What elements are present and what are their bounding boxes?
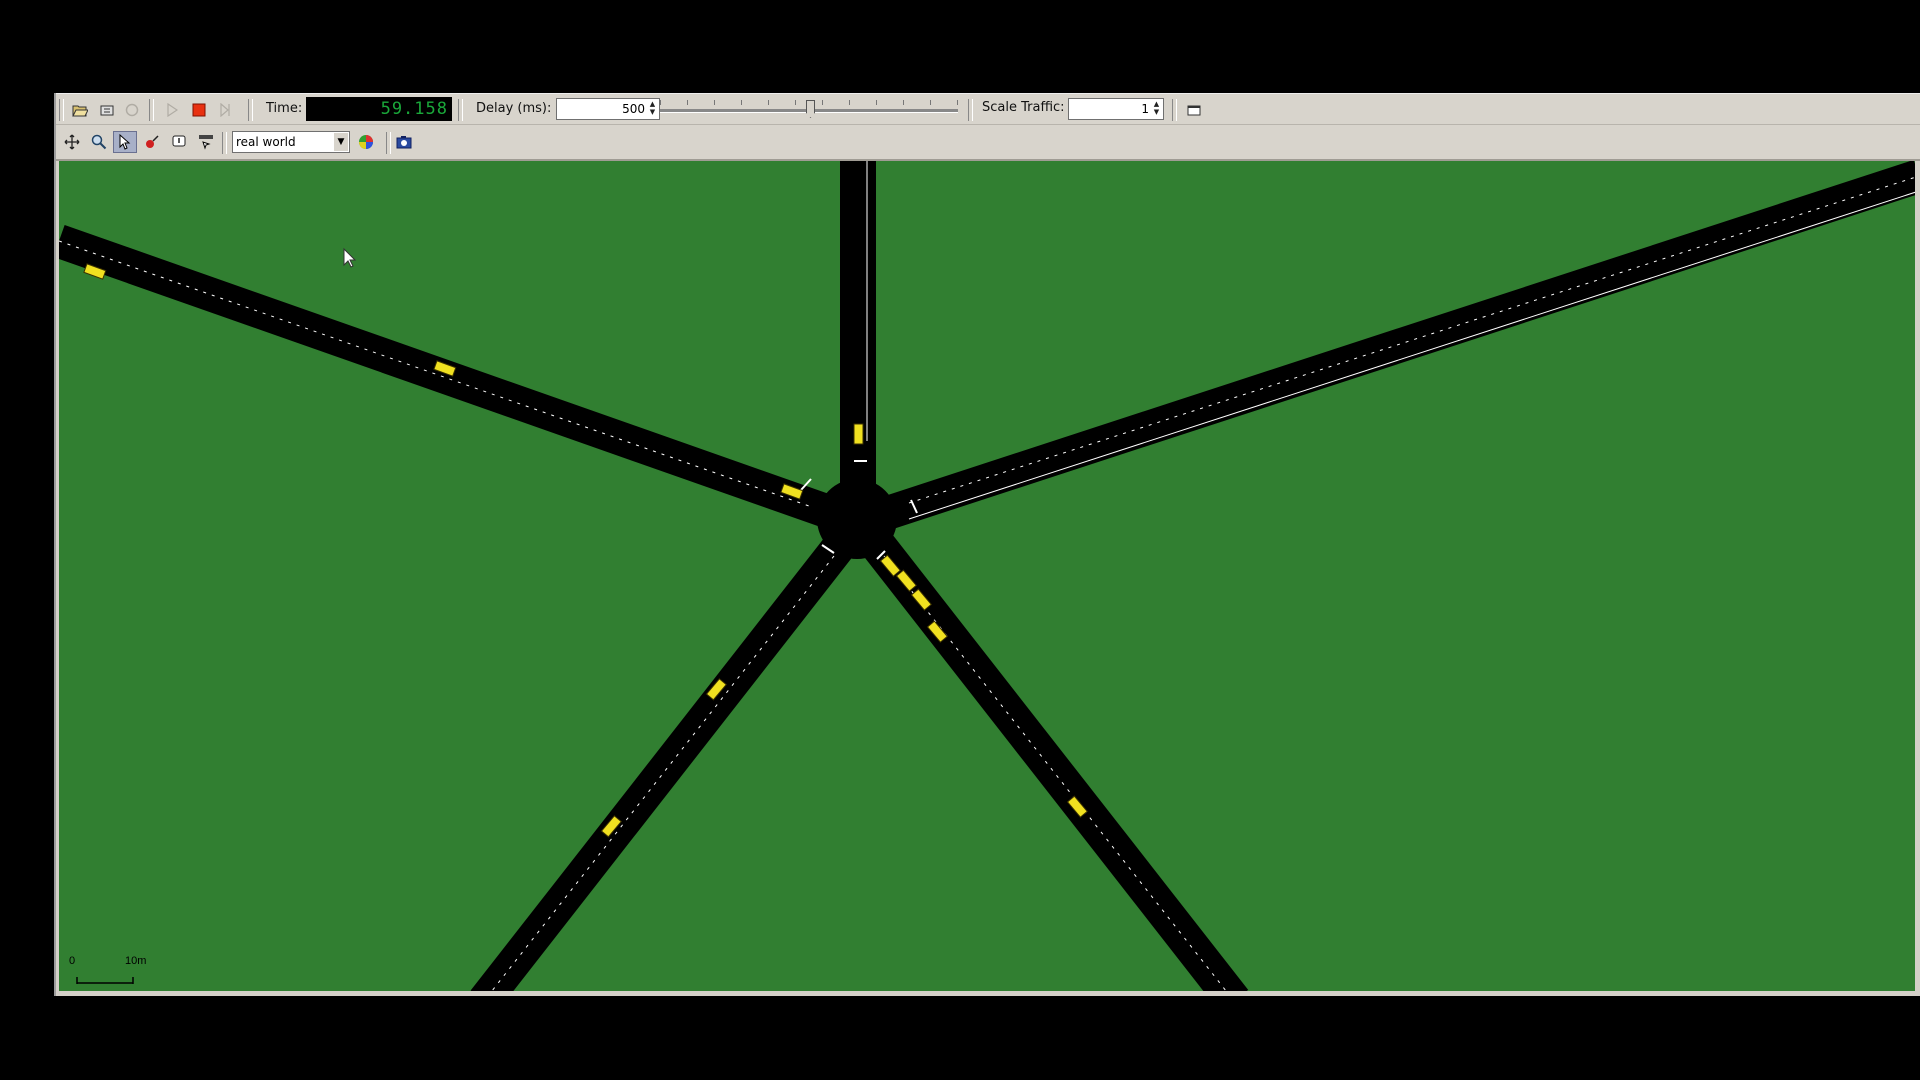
toolbar-grip[interactable]: [248, 99, 253, 121]
scale-traffic-value: 1: [1141, 102, 1149, 116]
toolbar-grip[interactable]: [222, 132, 227, 154]
time-label: Time:: [266, 101, 303, 116]
toolbar-grip[interactable]: [458, 99, 463, 121]
step-icon[interactable]: [214, 99, 238, 121]
toolbar-grip[interactable]: [386, 132, 391, 154]
delay-input[interactable]: 500 ▲ ▼: [556, 98, 660, 120]
new-window-icon[interactable]: [1182, 99, 1206, 121]
road-network[interactable]: 0 10m: [59, 161, 1915, 991]
view-toolbar: real world ▼: [56, 125, 1920, 161]
sumo-gui-window: Time: 59.158 Delay (ms): 500 ▲ ▼ Scale Tr…: [54, 93, 1920, 996]
scale-bar: 0 10m: [69, 955, 146, 984]
scale-zero-label: 0: [69, 955, 75, 967]
close-sim-icon[interactable]: [120, 99, 144, 121]
vehicles: [83, 263, 1088, 838]
reload-icon[interactable]: [95, 99, 119, 121]
tooltip-icon[interactable]: [167, 131, 191, 153]
stop-icon[interactable]: [187, 99, 211, 121]
road-northwest: [59, 224, 855, 536]
network-canvas[interactable]: 0 10m: [59, 161, 1915, 991]
color-scheme-select[interactable]: real world ▼: [232, 131, 350, 153]
toolbar-grip[interactable]: [59, 99, 64, 121]
recenter-icon[interactable]: [60, 131, 84, 153]
junction: [817, 479, 897, 559]
cursor-select-icon[interactable]: [113, 131, 137, 153]
toolbar-grip[interactable]: [149, 99, 154, 121]
color-scheme-value: real world: [236, 135, 296, 149]
road-southwest: [470, 510, 873, 991]
edit-menu-icon[interactable]: [194, 131, 218, 153]
magnifier-icon[interactable]: [87, 131, 111, 153]
scale-traffic-label: Scale Traffic:: [982, 100, 1065, 115]
toolbar-grip[interactable]: [968, 99, 973, 121]
camera-icon[interactable]: [392, 131, 416, 153]
delay-spinner-icon[interactable]: ▲ ▼: [647, 100, 658, 117]
simulation-toolbar: Time: 59.158 Delay (ms): 500 ▲ ▼ Scale Tr…: [56, 93, 1920, 125]
time-display: 59.158: [306, 97, 452, 121]
delay-slider-thumb[interactable]: [806, 100, 815, 118]
play-icon[interactable]: [160, 99, 184, 121]
locate-pin-icon[interactable]: [140, 131, 164, 153]
color-wheel-icon[interactable]: [354, 131, 378, 153]
mouse-cursor-icon: [343, 247, 357, 268]
scale-traffic-input[interactable]: 1 ▲ ▼: [1068, 98, 1164, 120]
road-northeast: [863, 161, 1915, 536]
scale-spinner-icon[interactable]: ▲ ▼: [1151, 100, 1162, 117]
vehicle: [853, 423, 864, 445]
folder-open-icon[interactable]: [68, 99, 92, 121]
scale-length-label: 10m: [125, 955, 146, 967]
delay-label: Delay (ms):: [476, 101, 552, 116]
delay-value: 500: [622, 102, 645, 116]
chevron-down-icon[interactable]: ▼: [334, 133, 348, 151]
road-edges: [59, 161, 1915, 991]
lane-markings: [59, 176, 1915, 991]
toolbar-grip[interactable]: [1172, 99, 1177, 121]
